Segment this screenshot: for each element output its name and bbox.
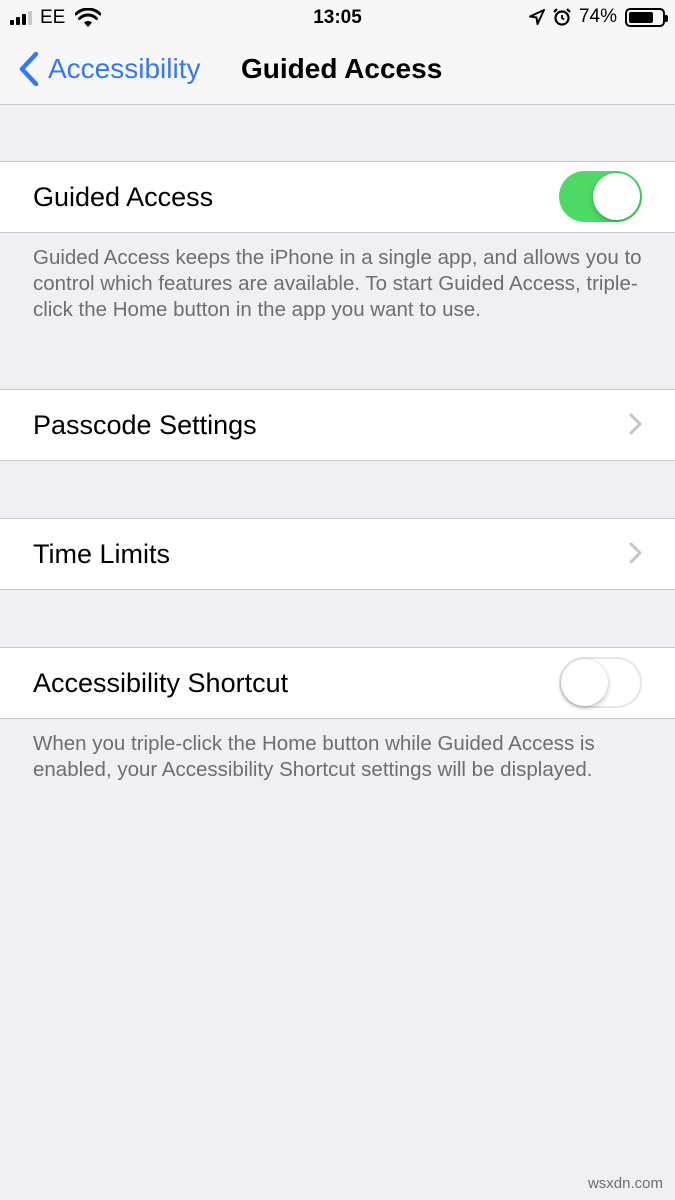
guided-access-footer: Guided Access keeps the iPhone in a sing…: [33, 246, 642, 321]
status-bar: EE 13:05 74%: [0, 0, 675, 36]
chevron-left-icon: [19, 51, 39, 87]
toggle-knob: [593, 173, 640, 220]
accessibility-shortcut-label: Accessibility Shortcut: [33, 668, 289, 698]
page-title: Guided Access: [241, 53, 443, 84]
alarm-clock-icon: [553, 8, 571, 26]
accessibility-shortcut-toggle[interactable]: [559, 657, 642, 708]
back-button[interactable]: Accessibility: [18, 51, 200, 87]
chevron-right-icon: [629, 413, 642, 435]
time-limits-row[interactable]: Time Limits: [0, 519, 675, 589]
passcode-settings-row[interactable]: Passcode Settings: [0, 390, 675, 460]
navigation-bar: Accessibility Guided Access: [0, 36, 675, 105]
battery-percent: 74%: [578, 6, 617, 27]
guided-access-group: Guided Access: [0, 161, 675, 233]
location-arrow-icon: [528, 9, 545, 25]
passcode-group: Passcode Settings: [0, 389, 675, 461]
accessibility-shortcut-footer: When you triple-click the Home button wh…: [33, 732, 595, 781]
status-right: 74%: [528, 6, 668, 28]
battery-level: [629, 11, 653, 23]
back-button-label: Accessibility: [48, 53, 201, 84]
guided-access-toggle[interactable]: [559, 171, 642, 222]
guided-access-row: Guided Access: [0, 162, 675, 232]
watermark: wsxdn.com: [587, 1175, 663, 1192]
battery-icon: [625, 7, 668, 27]
shortcut-group: Accessibility Shortcut: [0, 647, 675, 719]
chevron-right-icon: [629, 542, 642, 564]
guided-access-label: Guided Access: [33, 182, 214, 212]
time-limits-label: Time Limits: [33, 539, 171, 569]
toggle-knob: [561, 659, 608, 706]
accessibility-shortcut-row: Accessibility Shortcut: [0, 648, 675, 718]
time-limits-group: Time Limits: [0, 518, 675, 590]
passcode-settings-label: Passcode Settings: [33, 410, 257, 440]
